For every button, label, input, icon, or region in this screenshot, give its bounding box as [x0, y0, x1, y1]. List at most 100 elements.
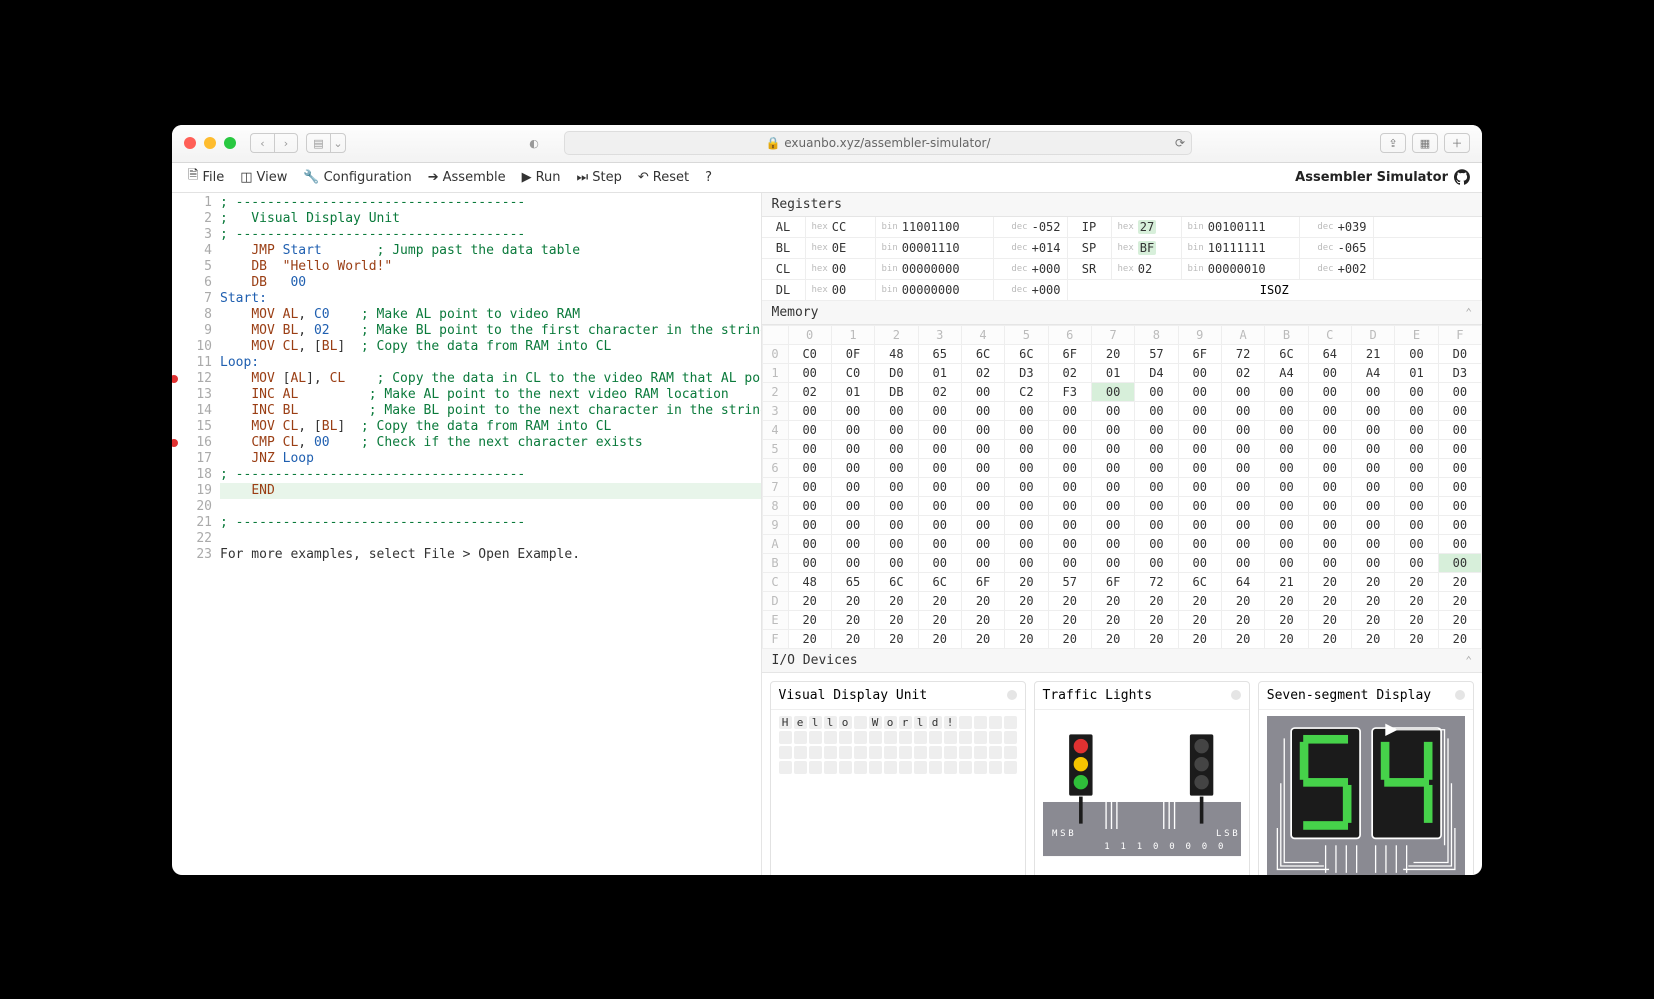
code-line[interactable]: JMP Start ; Jump past the data table: [220, 243, 580, 258]
zoom-icon[interactable]: [224, 137, 236, 149]
code-line[interactable]: MOV CL, [BL] ; Copy the data from RAM in…: [220, 339, 611, 354]
run-button[interactable]: ▶Run: [514, 163, 569, 192]
code-line[interactable]: Loop:: [220, 355, 259, 370]
code-line[interactable]: JNZ Loop: [220, 451, 314, 466]
memory-cell: 00: [788, 477, 831, 496]
register-cell: hexBF: [1112, 238, 1182, 258]
memory-cell: 00: [1438, 439, 1481, 458]
code-line[interactable]: ; -------------------------------------: [220, 227, 525, 242]
memory-cell: 00: [875, 477, 918, 496]
code-line[interactable]: ; Visual Display Unit: [220, 211, 400, 226]
line-number[interactable]: 15: [172, 419, 212, 435]
shield-icon[interactable]: ◐: [522, 133, 546, 153]
code-line[interactable]: MOV AL, C0 ; Make AL point to video RAM: [220, 307, 580, 322]
line-number[interactable]: 16: [172, 435, 212, 451]
memory-row: 100C0D00102D30201D40002A400A401D3: [762, 363, 1482, 382]
memory-row-header: A: [762, 534, 788, 553]
code-line[interactable]: END: [220, 483, 761, 499]
code-line[interactable]: Start:: [220, 291, 267, 306]
forward-button[interactable]: ›: [274, 133, 298, 153]
code-line[interactable]: MOV [AL], CL ; Copy the data in CL to th…: [220, 371, 761, 386]
code-line[interactable]: DB 00: [220, 275, 306, 290]
line-number[interactable]: 17: [172, 451, 212, 467]
memory-cell: 00: [1178, 382, 1221, 401]
memory-cell: 00: [961, 515, 1004, 534]
menu-file[interactable]: 🗎File: [180, 163, 232, 192]
line-number[interactable]: 20: [172, 499, 212, 515]
line-number[interactable]: 22: [172, 531, 212, 547]
memory-cell: 00: [961, 439, 1004, 458]
step-icon: ⏭: [577, 170, 589, 185]
registers-header[interactable]: Registers: [762, 193, 1483, 217]
io-header[interactable]: I/O Devices⌃: [762, 649, 1483, 673]
registers-panel: ALhexCCbin11001100dec-052IPhex27bin00100…: [762, 217, 1483, 301]
memory-cell: 00: [1005, 553, 1048, 572]
line-number[interactable]: 8: [172, 307, 212, 323]
code-line[interactable]: For more examples, select File > Open Ex…: [220, 547, 580, 562]
memory-cell: 00: [918, 534, 961, 553]
code-line[interactable]: MOV BL, 02 ; Make BL point to the first …: [220, 323, 761, 338]
line-number[interactable]: 21: [172, 515, 212, 531]
line-number[interactable]: 10: [172, 339, 212, 355]
memory-cell: 00: [1395, 439, 1438, 458]
reload-icon[interactable]: ⟳: [1175, 136, 1185, 150]
code-line[interactable]: ; -------------------------------------: [220, 195, 525, 210]
line-number[interactable]: 12: [172, 371, 212, 387]
menu-view[interactable]: ◫View: [232, 163, 295, 192]
back-button[interactable]: ‹: [250, 133, 274, 153]
memory-cell: 00: [1221, 382, 1264, 401]
line-number[interactable]: 1: [172, 195, 212, 211]
assemble-button[interactable]: ➔Assemble: [420, 163, 514, 192]
line-number[interactable]: 9: [172, 323, 212, 339]
code-line[interactable]: INC AL ; Make AL point to the next video…: [220, 387, 729, 402]
vdu-cell: [779, 761, 792, 774]
code-line[interactable]: ; -------------------------------------: [220, 515, 525, 530]
code-line[interactable]: MOV CL, [BL] ; Copy the data from RAM in…: [220, 419, 611, 434]
line-number[interactable]: 4: [172, 243, 212, 259]
close-icon[interactable]: [184, 137, 196, 149]
code-line[interactable]: INC BL ; Make BL point to the next chara…: [220, 403, 761, 418]
help-button[interactable]: ?: [697, 163, 720, 192]
step-button[interactable]: ⏭Step: [569, 163, 630, 192]
vdu-cell: [854, 731, 867, 744]
memory-cell: 6C: [875, 572, 918, 591]
line-number[interactable]: 2: [172, 211, 212, 227]
address-bar[interactable]: 🔒 exuanbo.xyz/assembler-simulator/ ⟳: [564, 131, 1192, 155]
vdu-cell: [974, 761, 987, 774]
line-number[interactable]: 3: [172, 227, 212, 243]
line-number[interactable]: 6: [172, 275, 212, 291]
tabs-button[interactable]: ▦: [1412, 133, 1438, 153]
line-number[interactable]: 18: [172, 467, 212, 483]
line-number[interactable]: 23: [172, 547, 212, 563]
github-icon[interactable]: [1454, 169, 1470, 185]
memory-cell: 6F: [961, 572, 1004, 591]
reset-button[interactable]: ↶Reset: [630, 163, 697, 192]
vdu-cell: o: [884, 716, 897, 729]
new-tab-button[interactable]: ＋: [1444, 133, 1470, 153]
code-editor[interactable]: 1234567891011121314151617181920212223 ; …: [172, 193, 762, 875]
code-line[interactable]: CMP CL, 00 ; Check if the next character…: [220, 435, 643, 450]
memory-cell: 20: [1438, 572, 1481, 591]
memory-cell: 72: [1221, 344, 1264, 363]
sidebar-button[interactable]: ▤: [306, 133, 330, 153]
line-number[interactable]: 11: [172, 355, 212, 371]
menu-configuration[interactable]: 🔧Configuration: [295, 163, 419, 192]
memory-cell: 20: [1048, 610, 1091, 629]
code-body[interactable]: ; ------------------------------------- …: [220, 193, 761, 875]
memory-cell: 00: [1351, 382, 1394, 401]
memory-header[interactable]: Memory⌃: [762, 301, 1483, 325]
code-line[interactable]: DB "Hello World!": [220, 259, 392, 274]
memory-col-header: B: [1265, 325, 1308, 344]
line-number[interactable]: 14: [172, 403, 212, 419]
share-button[interactable]: ⇪: [1380, 133, 1406, 153]
chevron-up-icon[interactable]: ⌃: [1465, 654, 1472, 667]
code-line[interactable]: ; -------------------------------------: [220, 467, 525, 482]
memory-col-header: 0: [788, 325, 831, 344]
chevron-up-icon[interactable]: ⌃: [1465, 306, 1472, 319]
sidebar-menu[interactable]: ⌄: [330, 133, 346, 153]
line-number[interactable]: 13: [172, 387, 212, 403]
line-number[interactable]: 19: [172, 483, 212, 499]
line-number[interactable]: 5: [172, 259, 212, 275]
minimize-icon[interactable]: [204, 137, 216, 149]
line-number[interactable]: 7: [172, 291, 212, 307]
